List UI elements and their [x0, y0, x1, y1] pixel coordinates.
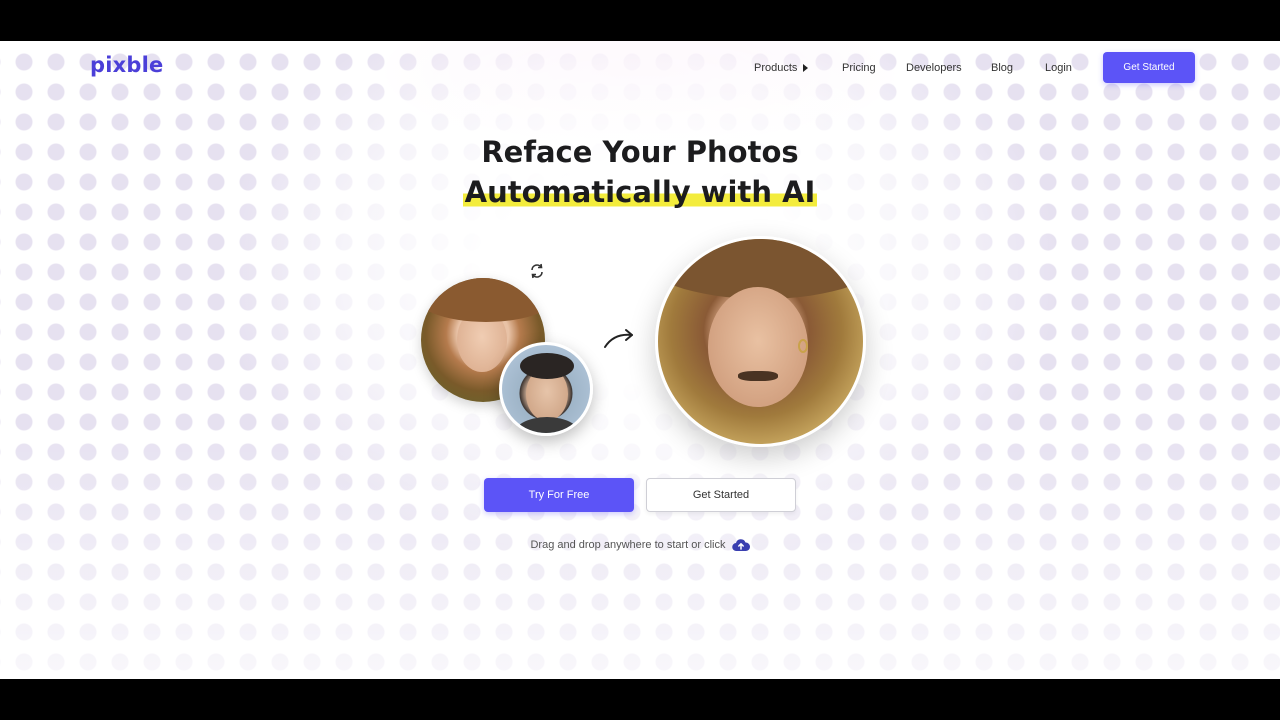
header-get-started-button[interactable]: Get Started	[1103, 52, 1195, 83]
get-started-button[interactable]: Get Started	[646, 478, 796, 512]
swap-icon[interactable]	[529, 263, 545, 279]
nav-products-label: Products	[754, 62, 798, 74]
hero-title-line1: Reface Your Photos	[481, 135, 799, 169]
arrow-right-icon	[604, 329, 633, 348]
hero-title-line2: Automatically with AI	[0, 175, 1280, 209]
source-photo-man	[499, 342, 593, 436]
mustache-shape	[738, 371, 778, 381]
caret-right-icon	[803, 64, 809, 72]
result-photo	[655, 236, 866, 447]
pixble-logo[interactable]: pixble	[90, 53, 163, 77]
nav-blog[interactable]: Blog	[991, 61, 1013, 75]
face-shape	[708, 287, 808, 407]
hero-title-highlight: Automatically with AI	[462, 175, 818, 209]
letterbox-bottom	[0, 679, 1280, 720]
nav-pricing[interactable]: Pricing	[842, 61, 876, 75]
landing-page: pixble Products Pricing Developers Blog …	[0, 41, 1280, 679]
earring-shape	[798, 339, 808, 353]
dropzone-text: Drag and drop anywhere to start or click	[530, 539, 726, 551]
hair-shape	[421, 278, 545, 322]
nav-developers[interactable]: Developers	[906, 61, 962, 75]
nav-login[interactable]: Login	[1045, 61, 1072, 75]
dropzone-hint[interactable]: Drag and drop anywhere to start or click	[0, 538, 1280, 552]
try-for-free-button[interactable]: Try For Free	[484, 478, 634, 512]
letterbox-top	[0, 0, 1280, 41]
nav-products[interactable]: Products	[754, 61, 809, 75]
hair-shape	[520, 353, 574, 379]
cloud-upload-icon[interactable]	[731, 538, 750, 552]
